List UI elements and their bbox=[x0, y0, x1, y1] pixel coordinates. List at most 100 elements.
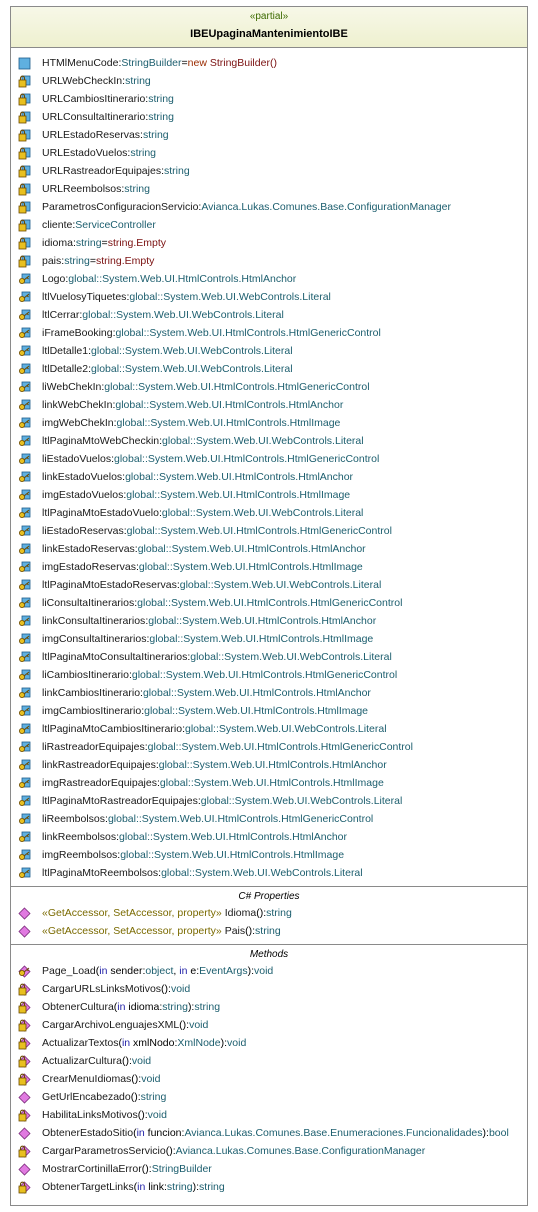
method-row[interactable]: ObtenerCultura(in idioma:string):string bbox=[11, 998, 527, 1016]
field-row[interactable]: ltlPaginaMtoRastreadorEquipajes:global::… bbox=[11, 792, 527, 810]
field-row[interactable]: URLConsultaItinerario:string bbox=[11, 108, 527, 126]
field-row[interactable]: iFrameBooking:global::System.Web.UI.Html… bbox=[11, 324, 527, 342]
field-part: liRastreadorEquipajes bbox=[42, 741, 145, 753]
method-row[interactable]: ActualizarTextos(in xmlNodo:XmlNode):voi… bbox=[11, 1034, 527, 1052]
protected-field-icon bbox=[18, 705, 31, 718]
field-row[interactable]: ltlPaginaMtoEstadoVuelo:global::System.W… bbox=[11, 504, 527, 522]
field-row[interactable]: liWebChekIn:global::System.Web.UI.HtmlCo… bbox=[11, 378, 527, 396]
field-row[interactable]: URLCambiosItinerario:string bbox=[11, 90, 527, 108]
field-row[interactable]: Logo:global::System.Web.UI.HtmlControls.… bbox=[11, 270, 527, 288]
field-part: linkEstadoVuelos bbox=[42, 471, 123, 483]
field-row[interactable]: ParametrosConfiguracionServicio:Avianca.… bbox=[11, 198, 527, 216]
field-row[interactable]: idioma:string=string.Empty bbox=[11, 234, 527, 252]
field-row[interactable]: liReembolsos:global::System.Web.UI.HtmlC… bbox=[11, 810, 527, 828]
field-row[interactable]: imgReembolsos:global::System.Web.UI.Html… bbox=[11, 846, 527, 864]
field-part: string bbox=[148, 93, 174, 105]
field-row[interactable]: ltlPaginaMtoEstadoReservas:global::Syste… bbox=[11, 576, 527, 594]
field-row[interactable]: imgConsultaItinerarios:global::System.We… bbox=[11, 630, 527, 648]
method-row[interactable]: CargarArchivoLenguajesXML():void bbox=[11, 1016, 527, 1034]
field-row[interactable]: liCambiosItinerario:global::System.Web.U… bbox=[11, 666, 527, 684]
field-row[interactable]: linkReembolsos:global::System.Web.UI.Htm… bbox=[11, 828, 527, 846]
field-part: global::System.Web.UI.HtmlControls.HtmlI… bbox=[144, 705, 368, 717]
protected-field-icon bbox=[18, 741, 31, 754]
field-row[interactable]: URLWebCheckIn:string bbox=[11, 72, 527, 90]
field-row[interactable]: liConsultaItinerarios:global::System.Web… bbox=[11, 594, 527, 612]
field-row[interactable]: URLEstadoReservas:string bbox=[11, 126, 527, 144]
field-row[interactable]: imgRastreadorEquipajes:global::System.We… bbox=[11, 774, 527, 792]
field-row[interactable]: ltlCerrar:global::System.Web.UI.WebContr… bbox=[11, 306, 527, 324]
field-row[interactable]: linkEstadoVuelos:global::System.Web.UI.H… bbox=[11, 468, 527, 486]
field-part: pais bbox=[42, 255, 62, 267]
protected-field-icon bbox=[18, 363, 31, 376]
field-part: imgConsultaItinerarios bbox=[42, 633, 147, 645]
field-row[interactable]: imgWebChekIn:global::System.Web.UI.HtmlC… bbox=[11, 414, 527, 432]
field-row[interactable]: HTMlMenuCode:StringBuilder=new StringBui… bbox=[11, 54, 527, 72]
field-text: linkWebChekIn:global::System.Web.UI.Html… bbox=[42, 396, 343, 414]
field-row[interactable]: ltlPaginaMtoReembolsos:global::System.We… bbox=[11, 864, 527, 882]
method-row[interactable]: GetUrlEncabezado():string bbox=[11, 1088, 527, 1106]
field-row[interactable]: URLEstadoVuelos:string bbox=[11, 144, 527, 162]
class-box: «partial» IBEUpaginaMantenimientoIBE HTM… bbox=[10, 6, 528, 1206]
field-part: ltlDetalle2 bbox=[42, 363, 89, 375]
field-part: string bbox=[75, 237, 102, 249]
method-part: ActualizarCultura bbox=[42, 1055, 122, 1067]
method-part: Page_Load bbox=[42, 965, 96, 977]
field-row[interactable]: ltlDetalle1:global::System.Web.UI.WebCon… bbox=[11, 342, 527, 360]
method-part: void bbox=[131, 1055, 152, 1067]
field-row[interactable]: imgEstadoReservas:global::System.Web.UI.… bbox=[11, 558, 527, 576]
method-part: ObtenerTargetLinks bbox=[42, 1181, 134, 1193]
private-method-icon bbox=[18, 1018, 31, 1032]
method-part: (): bbox=[165, 1145, 176, 1157]
protected-field-icon bbox=[18, 759, 31, 772]
property-part: Pais bbox=[224, 925, 246, 937]
field-row[interactable]: liEstadoVuelos:global::System.Web.UI.Htm… bbox=[11, 450, 527, 468]
field-part: new bbox=[187, 57, 207, 69]
field-part: liWebChekIn bbox=[42, 381, 102, 393]
method-row[interactable]: CrearMenuIdiomas():void bbox=[11, 1070, 527, 1088]
field-row[interactable]: ltlPaginaMtoConsultaItinerarios:global::… bbox=[11, 648, 527, 666]
property-row[interactable]: «GetAccessor, SetAccessor, property» Idi… bbox=[11, 904, 527, 922]
field-row[interactable]: liRastreadorEquipajes:global::System.Web… bbox=[11, 738, 527, 756]
private-method-icon bbox=[18, 1072, 31, 1086]
field-part: linkReembolsos bbox=[42, 831, 117, 843]
method-part: string bbox=[162, 1001, 188, 1013]
method-row[interactable]: CargarURLsLinksMotivos():void bbox=[11, 980, 527, 998]
method-text: CargarURLsLinksMotivos():void bbox=[42, 980, 190, 998]
method-row[interactable]: ObtenerTargetLinks(in link:string):strin… bbox=[11, 1178, 527, 1196]
field-part: global::System.Web.UI.HtmlControls.HtmlI… bbox=[159, 777, 384, 789]
field-row[interactable]: ltlDetalle2:global::System.Web.UI.WebCon… bbox=[11, 360, 527, 378]
field-row[interactable]: pais:string=string.Empty bbox=[11, 252, 527, 270]
field-row[interactable]: linkCambiosItinerario:global::System.Web… bbox=[11, 684, 527, 702]
method-row[interactable]: CargarParametrosServicio():Avianca.Lukas… bbox=[11, 1142, 527, 1160]
property-row[interactable]: «GetAccessor, SetAccessor, property» Pai… bbox=[11, 922, 527, 940]
field-row[interactable]: liEstadoReservas:global::System.Web.UI.H… bbox=[11, 522, 527, 540]
method-row[interactable]: ActualizarCultura():void bbox=[11, 1052, 527, 1070]
field-row[interactable]: cliente:ServiceController bbox=[11, 216, 527, 234]
protected-field-icon bbox=[18, 381, 31, 394]
method-row[interactable]: Page_Load(in sender:object, in e:EventAr… bbox=[11, 962, 527, 980]
field-part: liEstadoReservas bbox=[42, 525, 124, 537]
field-row[interactable]: ltlVuelosyTiquetes:global::System.Web.UI… bbox=[11, 288, 527, 306]
method-text: HabilitaLinksMotivos():void bbox=[42, 1106, 167, 1124]
field-row[interactable]: URLReembolsos:string bbox=[11, 180, 527, 198]
protected-field-icon bbox=[18, 507, 31, 520]
field-row[interactable]: ltlPaginaMtoCambiosItinerario:global::Sy… bbox=[11, 720, 527, 738]
field-row[interactable]: linkRastreadorEquipajes:global::System.W… bbox=[11, 756, 527, 774]
method-row[interactable]: HabilitaLinksMotivos():void bbox=[11, 1106, 527, 1124]
field-row[interactable]: linkWebChekIn:global::System.Web.UI.Html… bbox=[11, 396, 527, 414]
field-row[interactable]: URLRastreadorEquipajes:string bbox=[11, 162, 527, 180]
field-row[interactable]: linkEstadoReservas:global::System.Web.UI… bbox=[11, 540, 527, 558]
field-row[interactable]: ltlPaginaMtoWebCheckin:global::System.We… bbox=[11, 432, 527, 450]
method-row[interactable]: MostrarCortinillaError():StringBuilder bbox=[11, 1160, 527, 1178]
method-text: ActualizarCultura():void bbox=[42, 1052, 151, 1070]
field-row[interactable]: linkConsultaItinerarios:global::System.W… bbox=[11, 612, 527, 630]
private-field-icon bbox=[18, 219, 31, 232]
method-row[interactable]: ObtenerEstadoSitio(in funcion:Avianca.Lu… bbox=[11, 1124, 527, 1142]
method-text: CrearMenuIdiomas():void bbox=[42, 1070, 160, 1088]
field-part: global::System.Web.UI.HtmlControls.HtmlG… bbox=[107, 813, 374, 825]
properties-section-title: C# Properties bbox=[238, 891, 300, 902]
field-row[interactable]: imgCambiosItinerario:global::System.Web.… bbox=[11, 702, 527, 720]
field-part: ltlPaginaMtoEstadoVuelo bbox=[42, 507, 159, 519]
field-part: global::System.Web.UI.HtmlControls.HtmlI… bbox=[116, 417, 341, 429]
field-row[interactable]: imgEstadoVuelos:global::System.Web.UI.Ht… bbox=[11, 486, 527, 504]
